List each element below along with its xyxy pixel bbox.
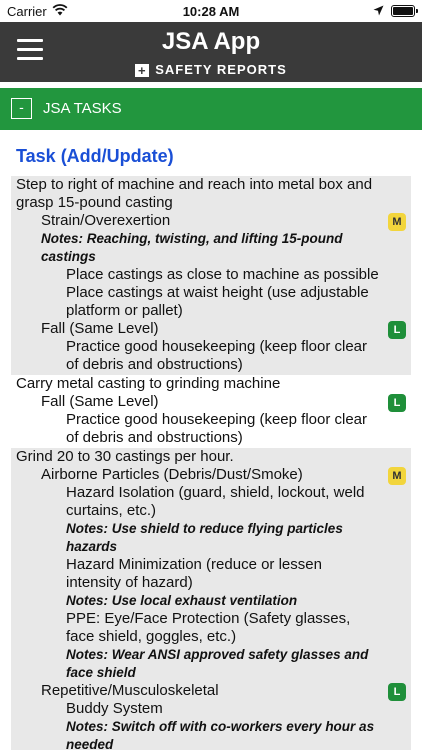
control-item[interactable]: Hazard Minimization (reduce or lessen in… (41, 556, 381, 610)
status-time: 10:28 AM (182, 4, 240, 19)
hazard-item[interactable]: Repetitive/Musculoskeletal L Buddy Syste… (16, 682, 411, 750)
control-text: Buddy System (66, 700, 163, 717)
hazard-name: Fall (Same Level) (41, 393, 159, 410)
control-item[interactable]: Place castings at waist height (use adju… (41, 284, 381, 320)
control-item[interactable]: Buddy System Notes: Switch off with co-w… (41, 700, 381, 750)
hazard-item[interactable]: Airborne Particles (Debris/Dust/Smoke) M… (16, 466, 411, 682)
control-item[interactable]: Place castings as close to machine as po… (41, 266, 381, 284)
hazard-item[interactable]: Fall (Same Level) L Practice good housek… (16, 320, 411, 374)
control-notes: Notes: Switch off with co-workers every … (66, 719, 375, 750)
hazard-item[interactable]: Fall (Same Level) L Practice good housek… (16, 393, 411, 447)
task-list: Step to right of machine and reach into … (11, 176, 411, 750)
section-header[interactable]: - JSA TASKS (0, 88, 422, 130)
app-subtitle: + SAFETY REPORTS (0, 62, 422, 77)
risk-badge-medium: M (388, 213, 406, 231)
app-header: JSA App + SAFETY REPORTS (0, 22, 422, 82)
control-text: Practice good housekeeping (keep floor c… (66, 411, 368, 446)
control-item[interactable]: Practice good housekeeping (keep floor c… (41, 338, 381, 374)
task-item[interactable]: Grind 20 to 30 castings per hour. Airbor… (11, 448, 411, 750)
hazard-notes: Notes: Reaching, twisting, and lifting 1… (41, 231, 343, 264)
control-item[interactable]: PPE: Eye/Face Protection (Safety glasses… (41, 610, 381, 682)
control-text: Place castings at waist height (use adju… (66, 284, 369, 319)
control-item[interactable]: Practice good housekeeping (keep floor c… (41, 411, 381, 447)
location-arrow-icon (373, 5, 384, 16)
control-text: PPE: Eye/Face Protection (Safety glasses… (66, 610, 351, 645)
hazard-item[interactable]: Strain/Overexertion M Notes: Reaching, t… (16, 212, 411, 320)
subtitle-text: SAFETY REPORTS (155, 62, 287, 77)
hazard-name: Fall (Same Level) (41, 320, 159, 337)
risk-badge-medium: M (388, 467, 406, 485)
task-item[interactable]: Step to right of machine and reach into … (11, 176, 411, 375)
control-text: Practice good housekeeping (keep floor c… (66, 338, 368, 373)
hazard-name: Airborne Particles (Debris/Dust/Smoke) (41, 466, 303, 483)
control-notes: Notes: Use shield to reduce flying parti… (66, 521, 343, 554)
plus-icon: + (135, 64, 150, 77)
collapse-icon[interactable]: - (11, 98, 32, 119)
control-text: Hazard Isolation (guard, shield, lockout… (66, 484, 365, 519)
control-text: Hazard Minimization (reduce or lessen in… (66, 556, 322, 591)
risk-badge-low: L (388, 683, 406, 701)
risk-badge-low: L (388, 394, 406, 412)
task-item[interactable]: Carry metal casting to grinding machine … (11, 375, 411, 448)
task-step: Step to right of machine and reach into … (16, 176, 373, 211)
control-item[interactable]: Hazard Isolation (guard, shield, lockout… (41, 484, 381, 556)
app-title: JSA App (161, 28, 261, 55)
hazard-name: Repetitive/Musculoskeletal (41, 682, 219, 699)
battery-icon (391, 5, 418, 17)
section-label: JSA TASKS (43, 100, 122, 117)
control-notes: Notes: Use local exhaust ventilation (66, 593, 298, 608)
page-title: Task (Add/Update) (16, 146, 174, 166)
hazard-name: Strain/Overexertion (41, 212, 171, 229)
status-bar: Carrier 10:28 AM (0, 0, 422, 22)
control-text: Place castings as close to machine as po… (66, 266, 379, 283)
risk-badge-low: L (388, 321, 406, 339)
task-step: Carry metal casting to grinding machine (16, 375, 281, 392)
task-step: Grind 20 to 30 castings per hour. (16, 448, 234, 465)
control-notes: Notes: Wear ANSI approved safety glasses… (66, 647, 369, 680)
